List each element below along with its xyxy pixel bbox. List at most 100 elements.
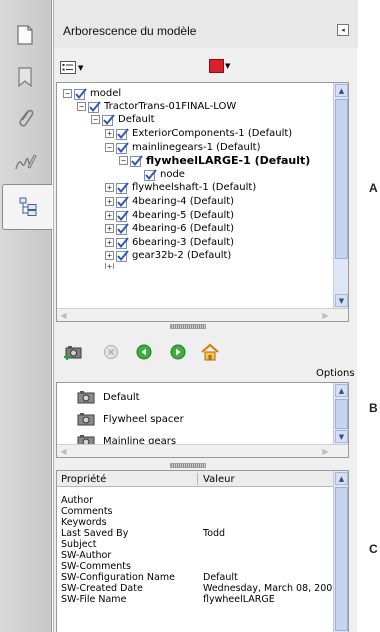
tree-node[interactable]: − TractorTrans-01FINAL-LOW [77,100,236,113]
properties-table[interactable]: Propriété Valeur Author Comments Keywords L… [56,470,349,632]
checkmark-icon [74,87,87,100]
tree-node[interactable]: − Default [91,113,155,126]
splitter-handle[interactable] [170,324,206,329]
property-row[interactable]: Subject [57,539,335,550]
collapse-icon[interactable]: − [77,102,86,111]
tree-node-label: TractorTrans-01FINAL-LOW [104,101,237,112]
tree-node[interactable]: node [133,168,185,181]
tree-horizontal-scrollbar[interactable]: ◀ ▶ [57,308,348,321]
tree-options-button[interactable]: ▼ [60,61,83,74]
property-name: Comments [61,506,113,517]
collapse-icon[interactable]: − [119,156,128,165]
default-view-button[interactable] [200,342,220,362]
tree-node[interactable]: − flywheelLARGE-1 (Default) [119,154,310,167]
expand-icon[interactable]: + [105,238,114,247]
property-row[interactable]: SW-Comments [57,561,335,572]
property-value: flywheelLARGE [203,594,275,605]
collapse-icon[interactable]: − [105,143,114,152]
property-row[interactable]: Comments [57,506,335,517]
tree-node-label: 4bearing-5 (Default) [132,210,235,221]
collapse-icon[interactable]: − [63,89,72,98]
camera-add-icon [64,346,82,360]
property-row[interactable]: SW-File Name flywheelLARGE [57,594,335,605]
section-label-c: C [369,542,378,556]
tree-toolbar: ▼ ▼ [54,54,358,82]
property-row[interactable]: SW-Author [57,550,335,561]
column-header-value[interactable]: Valeur [203,474,235,485]
scroll-thumb[interactable] [335,99,348,259]
column-header-property[interactable]: Propriété [61,474,106,485]
color-swatch [209,59,224,73]
scroll-left-button[interactable]: ◀ [57,445,70,457]
expand-icon[interactable]: + [105,183,114,192]
tree-node[interactable]: + gear32b-2 (Default) [105,249,231,262]
expand-icon[interactable]: + [105,129,114,138]
scroll-down-button[interactable]: ▼ [335,430,348,443]
expand-icon[interactable]: + [105,211,114,220]
properties-vertical-scrollbar[interactable]: ▲ [333,471,348,632]
scroll-up-button[interactable]: ▲ [335,384,348,397]
panel-header: Arborescence du modèle ◂ [54,0,358,48]
tree-node[interactable]: +4bearing-4 (Default) [105,195,234,208]
checkmark-icon [116,141,129,154]
property-name: SW-Comments [61,561,131,572]
section-label-b: B [369,401,378,415]
tree-node[interactable]: +4bearing-5 (Default) [105,209,234,222]
attachments-button[interactable] [4,100,46,138]
bookmarks-button[interactable] [4,58,46,96]
arrow-right-icon: ▶ [322,310,329,320]
expand-icon[interactable]: + [105,197,114,206]
scroll-right-button[interactable]: ▶ [319,309,332,321]
tree-node[interactable]: − mainlinegears-1 (Default) [105,141,260,154]
tree-node-label: 4bearing-6 (Default) [132,223,235,234]
previous-view-button[interactable] [136,344,152,360]
tree-node[interactable]: − model [63,87,121,100]
background-color-button[interactable]: ▼ [209,59,230,73]
property-name: SW-Configuration Name [61,572,175,583]
views-horizontal-scrollbar[interactable]: ◀ ▶ [57,444,348,457]
tree-node-label: mainlinegears-1 (Default) [132,142,261,153]
collapse-arrow-icon: ◂ [341,26,345,34]
scroll-thumb[interactable] [335,399,348,429]
collapse-icon[interactable]: − [91,115,100,124]
property-row[interactable]: Last Saved By Todd [57,528,335,539]
tree-node[interactable]: +6bearing-3 (Default) [105,236,234,249]
pages-button[interactable] [4,16,46,54]
bookmark-icon [18,67,32,88]
property-row[interactable]: SW-Configuration Name Default [57,572,335,583]
tree-node[interactable]: + ExteriorComponents-1 (Default) [105,127,292,140]
scroll-down-button[interactable]: ▼ [335,294,348,307]
expand-icon[interactable]: + [105,251,114,260]
structure-tree[interactable]: − model − TractorTrans-01FINAL-LOW − Default +… [56,82,349,322]
views-list[interactable]: Default Flywheel spacer Mainline gears ▲ ▼… [56,382,349,458]
model-tree-panel: Arborescence du modèle ◂ ▼ ▼ − model − T… [53,0,358,632]
views-vertical-scrollbar[interactable]: ▲ ▼ [333,383,348,445]
checkmark-icon [116,195,129,208]
create-view-button[interactable] [62,341,84,363]
tree-node[interactable]: + flywheelshaft-1 (Default) [105,181,256,194]
view-item[interactable]: Flywheel spacer [77,411,184,427]
view-item[interactable]: Default [77,389,140,405]
property-row[interactable]: SW-Created Date Wednesday, March 08, 200 [57,583,335,594]
camera-icon [77,391,95,404]
expand-icon: + [105,263,114,269]
arrow-right-icon [170,344,186,360]
scroll-right-button[interactable]: ▶ [319,445,332,457]
scroll-up-button[interactable]: ▲ [335,84,348,97]
scroll-left-button[interactable]: ◀ [57,309,70,321]
property-row[interactable]: Keywords [57,517,335,528]
next-view-button[interactable] [170,344,186,360]
collapse-panel-button[interactable]: ◂ [337,24,349,36]
arrow-left-icon [136,344,152,360]
property-row[interactable]: Author [57,495,335,506]
model-tree-button[interactable] [2,184,52,230]
signatures-button[interactable] [4,143,46,181]
tree-node[interactable]: +4bearing-6 (Default) [105,222,234,235]
scroll-up-button[interactable]: ▲ [335,472,348,485]
property-name: Subject [61,539,97,550]
delete-view-button[interactable] [103,344,119,360]
tree-vertical-scrollbar[interactable]: ▲ ▼ [333,83,348,309]
splitter-handle[interactable] [170,463,206,468]
expand-icon[interactable]: + [105,224,114,233]
scroll-thumb[interactable] [335,487,348,631]
